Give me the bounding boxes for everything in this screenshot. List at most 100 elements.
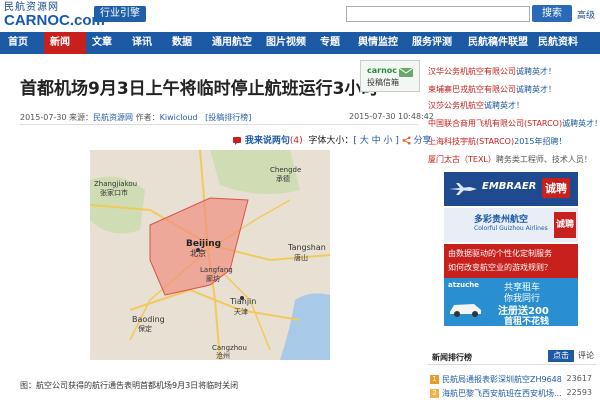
recruit-company[interactable]: 中国联合商用飞机有限公司(STARCO)	[428, 119, 562, 128]
map-label-zhangjiakou-cn: 张家口市	[100, 188, 128, 197]
badge-brand: carnoc	[367, 66, 398, 75]
recruit-item[interactable]: 汉华公务机航空有限公司诚聘英才！	[428, 66, 556, 77]
recruit-item[interactable]: 汉莎公务机航空诚聘英才！	[428, 100, 524, 111]
map-label-zhangjiakou-en: Zhangjiakou	[94, 180, 137, 188]
map-dot-beijing	[196, 248, 200, 252]
news-ranking-title: 新闻排行榜	[432, 353, 472, 362]
article-tools: 我来说两句(4) 字体大小：[ 大 中 小 ] 分享	[232, 133, 432, 146]
recruit-item[interactable]: 厦门太古（TEXL）聘务类工程师、技术人员！	[428, 154, 592, 165]
logo-english: CARNOC.com	[4, 12, 105, 29]
rank-number: 1	[430, 375, 439, 384]
submit-mailbox-badge[interactable]: carnoc 投稿信箱	[360, 60, 420, 92]
mailbox-icon	[398, 67, 414, 77]
nav-public-opinion[interactable]: 舆情监控	[354, 32, 408, 54]
map-label-beijing-en: Beijing	[186, 239, 221, 249]
map-label-langfang-en: Langfang	[200, 266, 233, 274]
map-label-baoding-cn: 保定	[138, 324, 152, 333]
rank-count: 23617	[566, 374, 592, 383]
ad-atzuche[interactable]: atzuche 共享租车 你我同行 注册送200 首租不花钱	[444, 278, 578, 327]
meta-date: 2015-07-30	[20, 113, 67, 122]
nav-contributor-alliance[interactable]: 民航稿件联盟	[464, 32, 534, 54]
top-bar: 民航资源网 CARNOC.com 行业引擎 搜索 高级	[0, 0, 600, 32]
recruit-link[interactable]: 诚聘英才！	[484, 101, 524, 110]
comment-link[interactable]: 我来说两句	[245, 136, 290, 146]
ad-guizhou-airlines[interactable]: 多彩贵州航空 Colorful Guizhou Airlines 诚聘	[444, 208, 578, 242]
search-input[interactable]	[346, 6, 530, 22]
rank-number: 2	[430, 389, 439, 398]
nav-data[interactable]: 数据	[168, 32, 208, 54]
recruit-company[interactable]: 上海科技宇航(STARCO)	[428, 137, 514, 146]
map-label-tangshan-cn: 唐山	[294, 253, 308, 262]
rank-count: 22593	[566, 388, 592, 397]
nav-service-review[interactable]: 服务评测	[408, 32, 464, 54]
nav-topics[interactable]: 专题	[316, 32, 354, 54]
nav-photo-video[interactable]: 图片视频	[262, 32, 316, 54]
recruit-link[interactable]: 诚聘英才！	[516, 85, 556, 94]
map-label-tianjin-cn: 天津	[234, 308, 248, 316]
nav-general-aviation[interactable]: 通用航空	[208, 32, 262, 54]
recruit-company[interactable]: 柬埔寨巴戎航空有限公司	[428, 85, 516, 94]
font-size-label: 字体大小：	[308, 136, 354, 146]
recruit-link[interactable]: 2015年招聘！	[514, 137, 566, 146]
map-label-chengde-cn: 承德	[276, 174, 290, 183]
font-size-options[interactable]: [ 大 中 小 ]	[353, 136, 398, 146]
article-meta: 2015-07-30 来源：民航资源网 作者：Kiwicloud [投稿排行榜]	[20, 112, 251, 123]
tab-clicks[interactable]: 点击	[548, 350, 574, 362]
article-title: 首都机场9月3日上午将临时停止航班运行3小时	[20, 79, 379, 99]
site-logo[interactable]: 民航资源网 CARNOC.com	[4, 2, 105, 30]
nav-news[interactable]: 新闻	[44, 32, 86, 54]
rank-title[interactable]: 海航巴黎飞西安航班在西安机场...	[442, 388, 562, 399]
nav-articles[interactable]: 文章	[86, 32, 128, 54]
article-time: 2015-07-30 10:48:42	[349, 112, 434, 121]
search-button[interactable]: 搜索	[532, 5, 572, 22]
meta-author[interactable]: Kiwicloud	[160, 113, 198, 122]
divider	[20, 124, 418, 125]
meta-source-label: 来源：	[69, 113, 94, 122]
airplane-icon	[449, 183, 477, 195]
closure-zone-map: Zhangjiakou 张家口市 Chengde 承德 Beijing 北京 L…	[90, 150, 330, 360]
nav-home[interactable]: 首页	[0, 32, 44, 54]
recruit-item[interactable]: 中国联合商用飞机有限公司(STARCO)诚聘英才！	[428, 118, 600, 129]
ad-guizhou-cn: 多彩贵州航空	[474, 215, 529, 225]
badge-label: 投稿信箱	[367, 78, 399, 87]
ad-data-service[interactable]: 由数据驱动的个性化定制服务 如何改变航空业的游戏规则？	[444, 244, 578, 278]
nav-translations[interactable]: 译讯	[128, 32, 168, 54]
recruit-item[interactable]: 上海科技宇航(STARCO)2015年招聘！	[428, 136, 566, 147]
ad-embraer-hiring: 诚聘	[542, 178, 570, 198]
tab-comments[interactable]: 评论	[578, 350, 594, 362]
car-icon	[450, 304, 481, 317]
map-caption: 图：航空公司获得的航行通告表明首都机场9月3日将临时关闭	[20, 381, 239, 390]
advanced-search-link[interactable]: 高级	[577, 8, 595, 21]
nav-aviation-resources[interactable]: 民航资料	[534, 32, 584, 54]
comment-count: (4)	[289, 136, 303, 146]
recruit-link[interactable]: 诚聘英才！	[516, 67, 556, 76]
contributor-ranking-link[interactable]: [投稿排行榜]	[205, 113, 251, 122]
tagline: 行业引擎	[94, 6, 146, 22]
news-ranking-header: 新闻排行榜 点击 评论	[428, 348, 596, 365]
ad-atzuche-line4: 首租不花钱	[504, 317, 550, 327]
recruit-company[interactable]: 汉华公务机航空有限公司	[428, 67, 516, 76]
map-label-cangzhou-cn: 沧州	[216, 351, 230, 360]
ad-embraer[interactable]: EMBRAER 诚聘	[444, 172, 578, 206]
ranking-row[interactable]: 1民航局通报表彰深圳航空ZH9648机... 23617	[430, 374, 596, 386]
recruit-company[interactable]: 厦门太古（TEXL）	[428, 155, 496, 164]
comment-icon	[233, 136, 241, 145]
meta-source[interactable]: 民航资源网	[93, 113, 133, 122]
ad-data-line1: 由数据驱动的个性化定制服务	[448, 249, 552, 258]
meta-author-label: 作者：	[135, 113, 160, 122]
ranking-row[interactable]: 2 海航巴黎飞西安航班在西安机场... 22593	[430, 388, 596, 400]
recruit-link[interactable]: 聘务类工程师、技术人员！	[496, 155, 592, 164]
ad-guizhou-hiring: 诚聘	[554, 212, 576, 238]
map-label-baoding-en: Baoding	[132, 315, 165, 324]
recruit-link[interactable]: 诚聘英才！	[562, 119, 600, 128]
map-dot-tianjin	[240, 296, 244, 300]
map-label-langfang-cn: 廊坊	[206, 274, 220, 283]
recruit-company[interactable]: 汉莎公务机航空	[428, 101, 484, 110]
rank-title[interactable]: 民航局通报表彰深圳航空ZH9648机...	[442, 374, 562, 385]
ad-data-line2: 如何改变航空业的游戏规则？	[448, 263, 552, 272]
share-icon	[402, 136, 411, 145]
map-label-cangzhou-en: Cangzhou	[212, 344, 247, 352]
recruit-item[interactable]: 柬埔寨巴戎航空有限公司诚聘英才！	[428, 84, 556, 95]
map-label-tangshan-en: Tangshan	[287, 243, 326, 252]
ad-embraer-brand: EMBRAER	[482, 181, 537, 192]
